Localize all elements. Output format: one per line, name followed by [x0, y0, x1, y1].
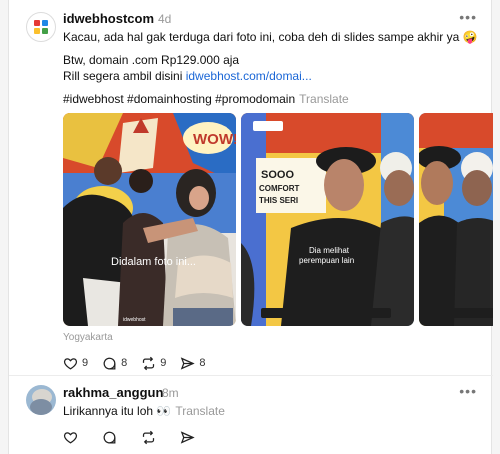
- reply-actions: [63, 428, 213, 446]
- share-count: 8: [199, 357, 206, 369]
- share-icon: [181, 356, 196, 370]
- carousel-photo-1[interactable]: WOW! Didalam foto ini... idwebhost: [63, 113, 236, 326]
- like-button[interactable]: 9: [63, 356, 88, 371]
- comment-button[interactable]: 8: [102, 356, 127, 371]
- post-text-prefix: Rill segera ambil disini: [63, 69, 186, 83]
- share-button[interactable]: 8: [180, 356, 206, 371]
- repost-button[interactable]: 9: [141, 356, 166, 371]
- more-icon[interactable]: •••: [459, 9, 477, 25]
- carousel-photo-2[interactable]: SOOO COMFORT THIS SERI Dia melihat perem…: [241, 113, 414, 326]
- heart-icon: [63, 357, 78, 370]
- heart-icon: [63, 431, 78, 444]
- photo-caption-2b: perempuan lain: [299, 256, 354, 265]
- like-count: 9: [82, 357, 89, 369]
- photo-caption-1: Didalam foto ini...: [111, 256, 196, 268]
- idwebhost-logo-icon: [34, 20, 48, 34]
- post-text-line1: Kacau, ada hal gak terduga dari foto ini…: [63, 30, 478, 44]
- hashtags[interactable]: #idwebhost #domainhosting #promodomain: [63, 92, 295, 106]
- reply-comment-button[interactable]: [102, 430, 121, 445]
- comment-icon: [103, 431, 116, 443]
- carousel-photo-3[interactable]: [419, 113, 493, 326]
- photo-carousel[interactable]: WOW! Didalam foto ini... idwebhost SOOO …: [63, 113, 493, 326]
- svg-text:SOOO: SOOO: [261, 169, 294, 181]
- feed-card: idwebhostcom 4d ••• Kacau, ada hal gak t…: [8, 0, 493, 454]
- reply-username[interactable]: rakhma_anggun: [63, 385, 163, 401]
- comment-count: 8: [121, 357, 128, 369]
- more-icon[interactable]: •••: [459, 383, 477, 399]
- post-time: 4d: [158, 12, 172, 26]
- svg-text:WOW!: WOW!: [193, 131, 236, 148]
- repost-icon: [142, 430, 155, 444]
- repost-icon: [143, 356, 155, 370]
- reply-avatar[interactable]: [26, 385, 56, 415]
- translate-link[interactable]: Translate: [299, 92, 349, 106]
- post-username[interactable]: idwebhostcom: [63, 11, 154, 27]
- reply-time: 8m: [162, 386, 179, 400]
- share-icon: [180, 430, 195, 444]
- post-text-line3: Rill segera ambil disini idwebhost.com/d…: [63, 68, 312, 84]
- avatar[interactable]: [26, 12, 56, 42]
- photo-caption-2a: Dia melihat: [309, 246, 350, 255]
- post: idwebhostcom 4d ••• Kacau, ada hal gak t…: [9, 0, 493, 375]
- photo-brand-1: idwebhost: [123, 317, 146, 323]
- reply-text: Lirikannya itu loh 👀: [63, 404, 172, 418]
- svg-text:THIS SERI: THIS SERI: [259, 196, 298, 205]
- comment-icon: [103, 357, 116, 369]
- repost-count: 9: [160, 357, 167, 369]
- reply-text-line: Lirikannya itu loh 👀 Translate: [63, 403, 225, 419]
- reply-repost-button[interactable]: [141, 430, 160, 445]
- svg-text:COMFORT: COMFORT: [259, 184, 300, 193]
- reply-translate-link[interactable]: Translate: [175, 404, 225, 418]
- location-label[interactable]: Yogyakarta: [63, 332, 113, 343]
- domain-link[interactable]: idwebhost.com/domai...: [186, 69, 312, 83]
- post-actions: 9 8 9 8: [63, 354, 220, 372]
- hashtags-line: #idwebhost #domainhosting #promodomain Tr…: [63, 91, 349, 107]
- reply-like-button[interactable]: [63, 430, 82, 445]
- reply-share-button[interactable]: [180, 430, 199, 445]
- post-text-line2: Btw, domain .com Rp129.000 aja: [63, 53, 240, 67]
